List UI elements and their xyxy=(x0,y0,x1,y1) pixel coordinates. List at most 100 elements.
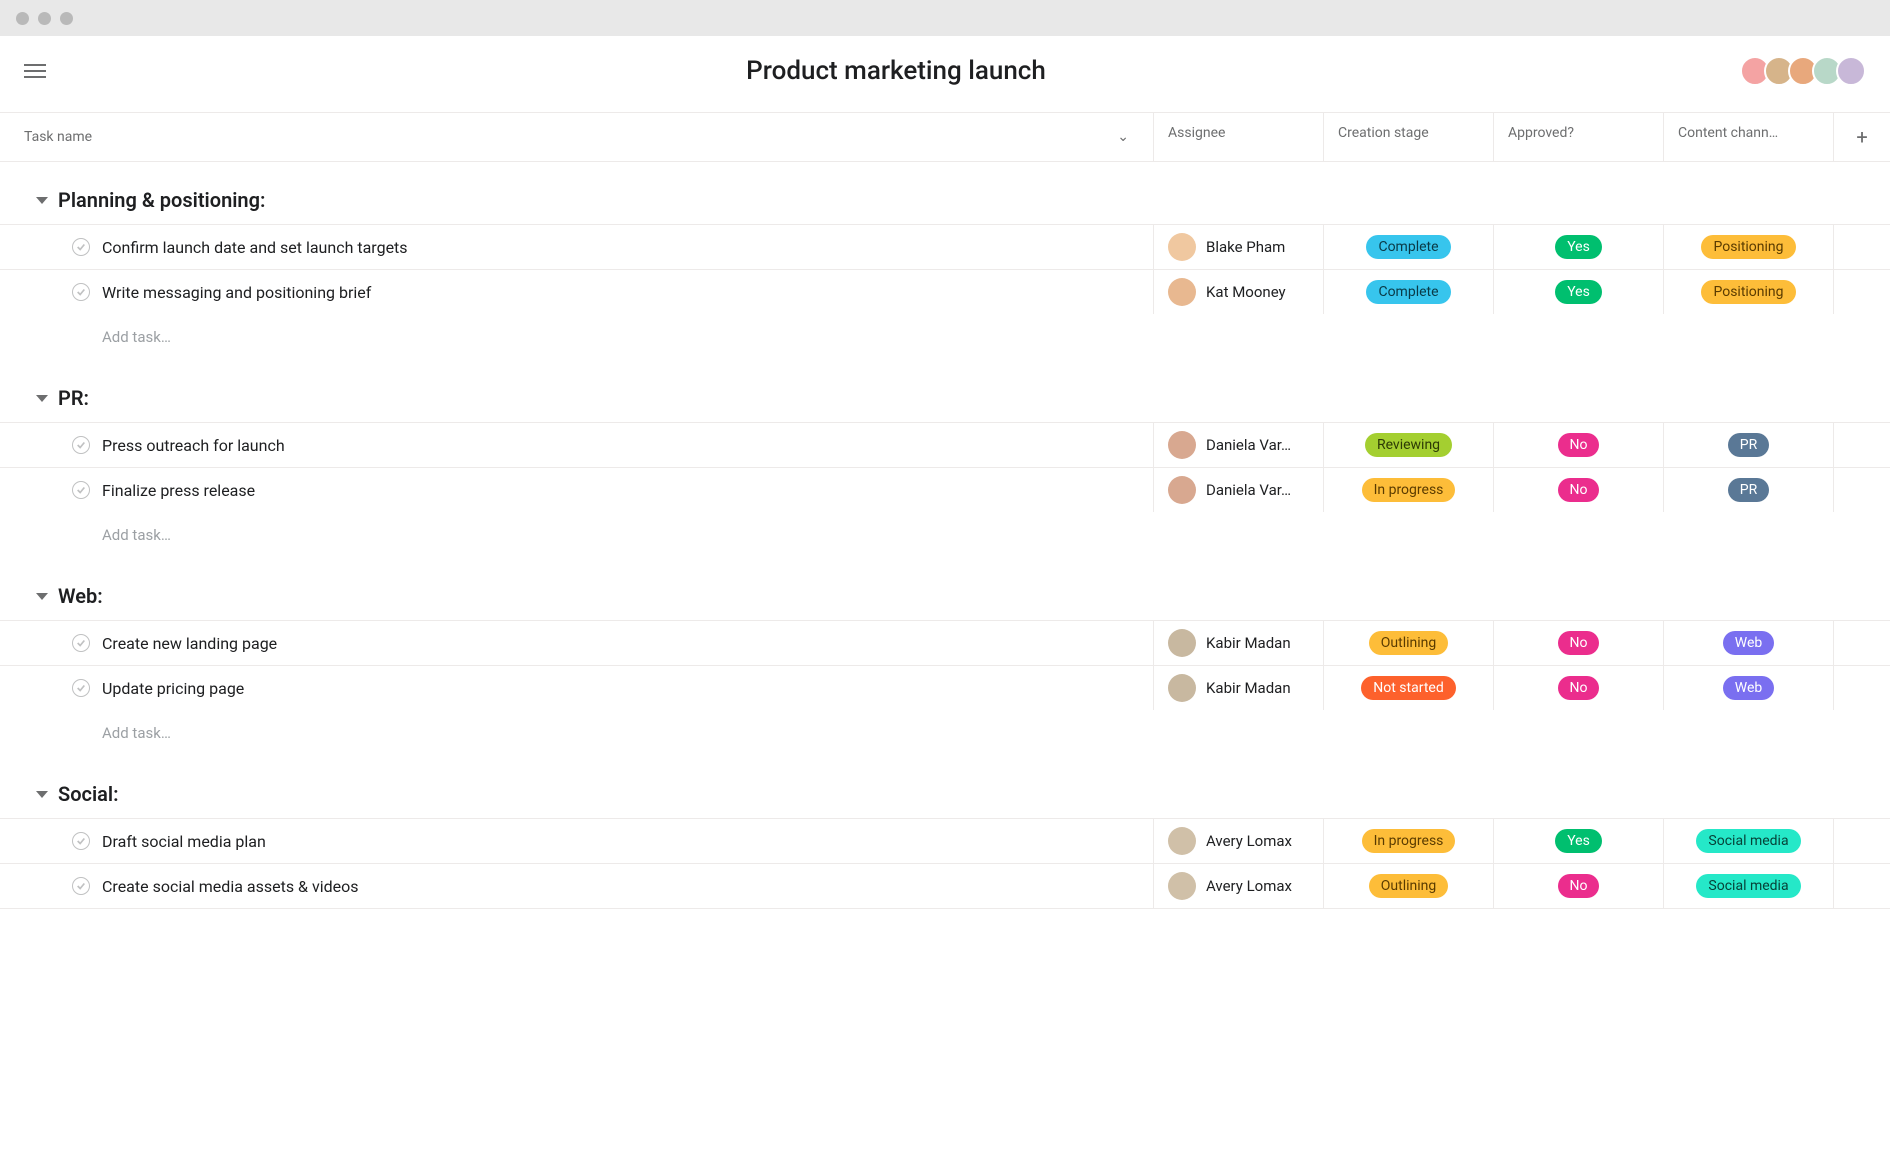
task-row[interactable]: Create social media assets & videosAvery… xyxy=(0,863,1890,909)
approved-pill: Yes xyxy=(1555,280,1602,304)
assignee-cell[interactable]: Blake Pham xyxy=(1154,225,1324,269)
task-name-cell[interactable]: Confirm launch date and set launch targe… xyxy=(0,225,1154,269)
row-extra-cell xyxy=(1834,423,1890,467)
collaborator-avatars[interactable] xyxy=(1746,56,1866,86)
chevron-down-icon[interactable]: ⌄ xyxy=(1117,129,1129,145)
menu-icon[interactable] xyxy=(24,64,46,78)
channel-pill: PR xyxy=(1728,433,1769,457)
channel-pill: Social media xyxy=(1696,829,1800,853)
task-name-cell[interactable]: Draft social media plan xyxy=(0,819,1154,863)
stage-pill: Outlining xyxy=(1369,631,1448,655)
creation-stage-cell[interactable]: Reviewing xyxy=(1324,423,1494,467)
task-name-cell[interactable]: Press outreach for launch xyxy=(0,423,1154,467)
window-control-close[interactable] xyxy=(16,12,29,25)
window-control-zoom[interactable] xyxy=(60,12,73,25)
approved-cell[interactable]: No xyxy=(1494,864,1664,908)
assignee-cell[interactable]: Kat Mooney xyxy=(1154,270,1324,314)
section-header[interactable]: Web: xyxy=(0,558,1890,620)
assignee-name: Blake Pham xyxy=(1206,238,1285,256)
section-header[interactable]: PR: xyxy=(0,360,1890,422)
creation-stage-cell[interactable]: Outlining xyxy=(1324,864,1494,908)
task-name-cell[interactable]: Write messaging and positioning brief xyxy=(0,270,1154,314)
approved-cell[interactable]: No xyxy=(1494,423,1664,467)
complete-check-icon[interactable] xyxy=(72,238,90,256)
task-name-cell[interactable]: Finalize press release xyxy=(0,468,1154,512)
task-row[interactable]: Press outreach for launch Daniela Var… Rev… xyxy=(0,422,1890,467)
creation-stage-cell[interactable]: Complete xyxy=(1324,225,1494,269)
column-creation-stage[interactable]: Creation stage xyxy=(1324,113,1494,161)
add-task-button[interactable]: Add task… xyxy=(0,710,1890,756)
assignee-name: Daniela Var… xyxy=(1206,436,1291,454)
creation-stage-cell[interactable]: In progress xyxy=(1324,819,1494,863)
task-row[interactable]: Draft social media planAvery LomaxIn pro… xyxy=(0,818,1890,863)
complete-check-icon[interactable] xyxy=(72,634,90,652)
assignee-avatar xyxy=(1168,431,1196,459)
complete-check-icon[interactable] xyxy=(72,877,90,895)
content-channel-cell[interactable]: Web xyxy=(1664,666,1834,710)
approved-cell[interactable]: No xyxy=(1494,666,1664,710)
section-header[interactable]: Social: xyxy=(0,756,1890,818)
assignee-avatar xyxy=(1168,476,1196,504)
creation-stage-cell[interactable]: Complete xyxy=(1324,270,1494,314)
task-row[interactable]: Confirm launch date and set launch targe… xyxy=(0,224,1890,269)
approved-cell[interactable]: Yes xyxy=(1494,270,1664,314)
task-row[interactable]: Finalize press release Daniela Var… In pro… xyxy=(0,467,1890,512)
task-name-cell[interactable]: Create new landing page xyxy=(0,621,1154,665)
approved-cell[interactable]: No xyxy=(1494,621,1664,665)
row-extra-cell xyxy=(1834,864,1890,908)
complete-check-icon[interactable] xyxy=(72,832,90,850)
complete-check-icon[interactable] xyxy=(72,679,90,697)
stage-pill: Complete xyxy=(1366,235,1450,259)
assignee-cell[interactable]: Avery Lomax xyxy=(1154,819,1324,863)
add-task-button[interactable]: Add task… xyxy=(0,512,1890,558)
creation-stage-cell[interactable]: In progress xyxy=(1324,468,1494,512)
approved-cell[interactable]: Yes xyxy=(1494,225,1664,269)
approved-cell[interactable]: Yes xyxy=(1494,819,1664,863)
approved-pill: No xyxy=(1558,478,1600,502)
content-channel-cell[interactable]: Positioning xyxy=(1664,225,1834,269)
creation-stage-cell[interactable]: Outlining xyxy=(1324,621,1494,665)
assignee-name: Daniela Var… xyxy=(1206,481,1291,499)
assignee-cell[interactable]: Daniela Var… xyxy=(1154,423,1324,467)
add-column-button[interactable]: + xyxy=(1834,113,1890,161)
creation-stage-cell[interactable]: Not started xyxy=(1324,666,1494,710)
app-header: Product marketing launch xyxy=(0,36,1890,113)
assignee-cell[interactable]: Daniela Var… xyxy=(1154,468,1324,512)
column-content-channel[interactable]: Content chann… xyxy=(1664,113,1834,161)
section-header[interactable]: Planning & positioning: xyxy=(0,162,1890,224)
assignee-cell[interactable]: Avery Lomax xyxy=(1154,864,1324,908)
task-name-cell[interactable]: Create social media assets & videos xyxy=(0,864,1154,908)
approved-cell[interactable]: No xyxy=(1494,468,1664,512)
assignee-cell[interactable]: Kabir Madan xyxy=(1154,666,1324,710)
channel-pill: Web xyxy=(1723,631,1775,655)
content-channel-cell[interactable]: Social media xyxy=(1664,819,1834,863)
task-row[interactable]: Write messaging and positioning briefKat… xyxy=(0,269,1890,314)
complete-check-icon[interactable] xyxy=(72,283,90,301)
approved-pill: No xyxy=(1558,433,1600,457)
caret-down-icon xyxy=(36,395,48,402)
approved-pill: No xyxy=(1558,676,1600,700)
complete-check-icon[interactable] xyxy=(72,436,90,454)
column-assignee[interactable]: Assignee xyxy=(1154,113,1324,161)
content-channel-cell[interactable]: PR xyxy=(1664,468,1834,512)
column-task-name[interactable]: Task name ⌄ xyxy=(0,113,1154,161)
stage-pill: Not started xyxy=(1361,676,1455,700)
approved-pill: Yes xyxy=(1555,829,1602,853)
task-title: Finalize press release xyxy=(102,481,255,500)
section-title: Social: xyxy=(58,782,119,806)
content-channel-cell[interactable]: Positioning xyxy=(1664,270,1834,314)
task-row[interactable]: Create new landing pageKabir Madan Outlin… xyxy=(0,620,1890,665)
stage-pill: Complete xyxy=(1366,280,1450,304)
assignee-cell[interactable]: Kabir Madan xyxy=(1154,621,1324,665)
avatar[interactable] xyxy=(1836,56,1866,86)
task-name-cell[interactable]: Update pricing page xyxy=(0,666,1154,710)
task-row[interactable]: Update pricing pageKabir Madan Not starte… xyxy=(0,665,1890,710)
column-approved[interactable]: Approved? xyxy=(1494,113,1664,161)
complete-check-icon[interactable] xyxy=(72,481,90,499)
window-control-minimize[interactable] xyxy=(38,12,51,25)
content-channel-cell[interactable]: Web xyxy=(1664,621,1834,665)
content-channel-cell[interactable]: Social media xyxy=(1664,864,1834,908)
add-task-button[interactable]: Add task… xyxy=(0,314,1890,360)
approved-pill: No xyxy=(1558,874,1600,898)
content-channel-cell[interactable]: PR xyxy=(1664,423,1834,467)
